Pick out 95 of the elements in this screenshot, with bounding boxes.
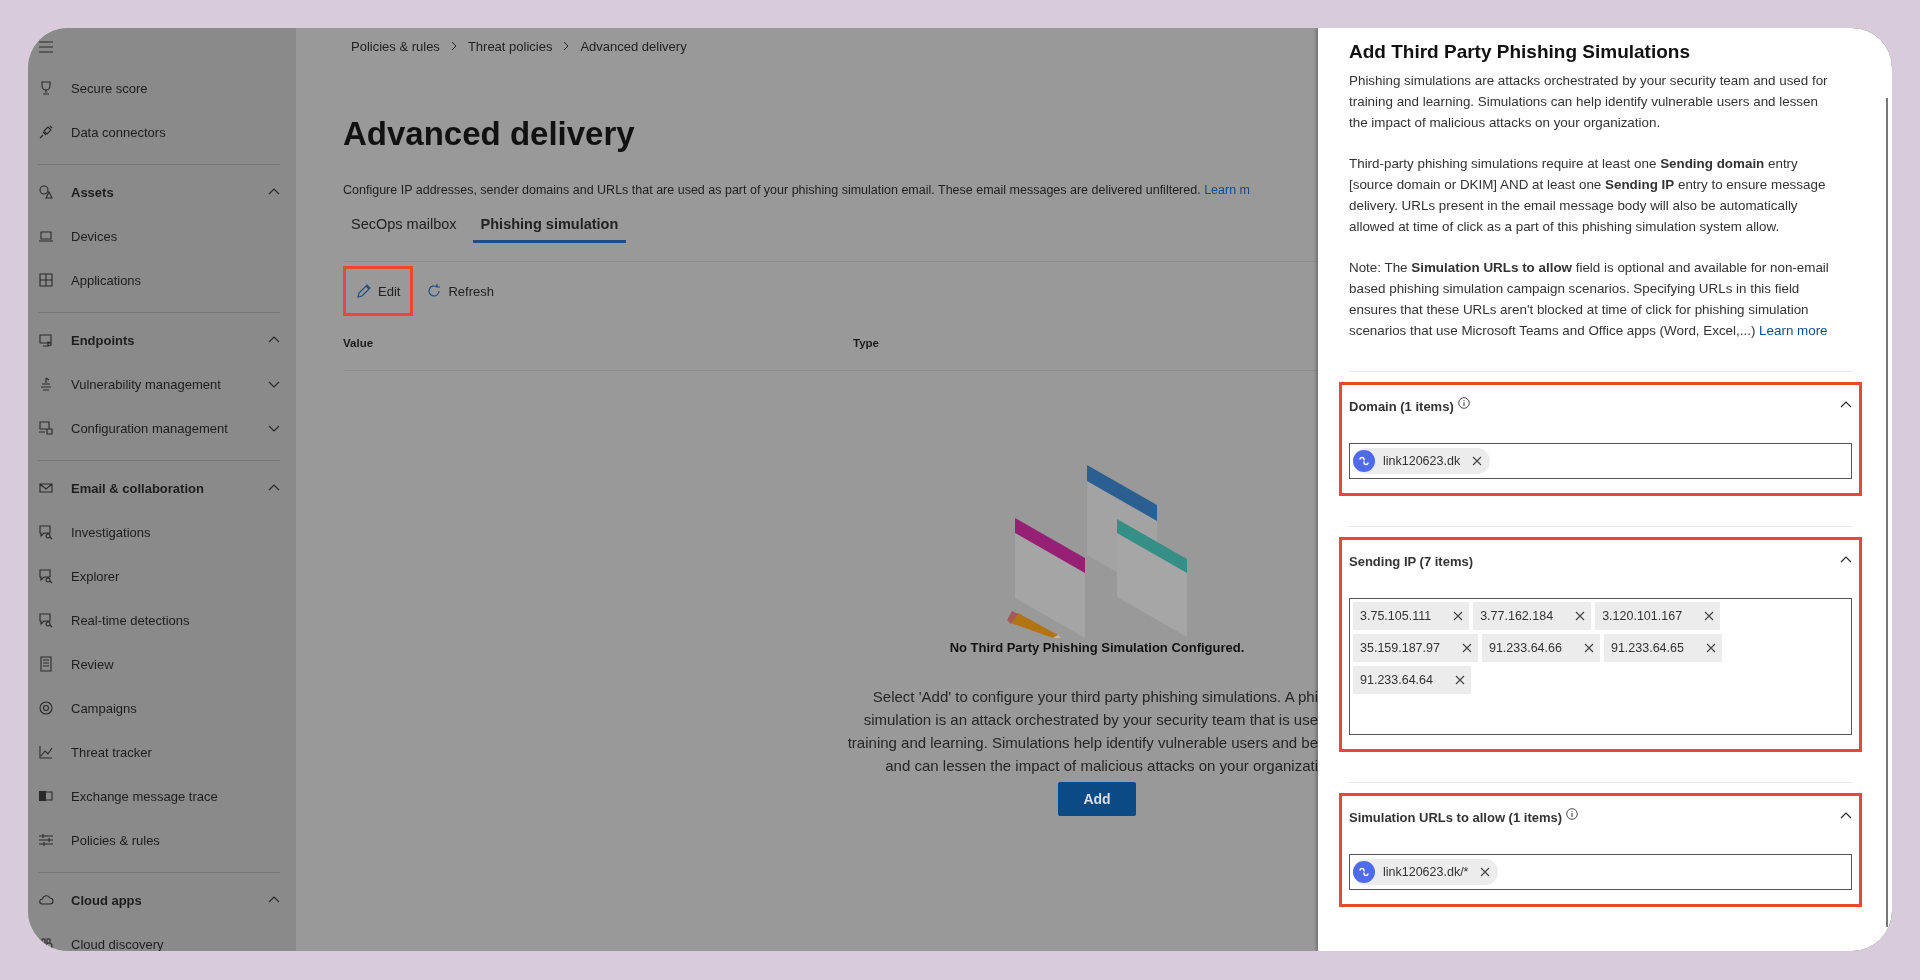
nav-item[interactable]: Investigations [28, 510, 296, 554]
refresh-icon [426, 283, 443, 299]
panel-paragraph: Phishing simulations are attacks orchestrated by your security team and used for training and learning. Simulations can help identify vulnerable users and lessen the impact of malicious attacks on your organization. [1349, 72, 1829, 132]
nav-item[interactable]: Configuration management [28, 406, 296, 450]
chip-text: 3.77.162.184 [1480, 609, 1554, 623]
panel-paragraph: Note: The Simulation URLs to allow field is optional and available for non-email based phishing simulation campaign scenarios. Specifying URLs in this field ensures that these URLs aren't blocked at time of click for phishing simulation scenarios that use Microsoft Teams and Office apps (Word, Excel,...) Learn more [1349, 259, 1830, 340]
panel-paragraph: Third-party phishing simulations require at least one Sending domain entry [source domain or DKIM] AND at least one Sending IP entry to ensure message delivery. URLs present in the email message body will also be automatically allowed at time of click as a part of this phishing simulation system allow. [1349, 155, 1827, 236]
nav-item[interactable]: Campaigns [28, 686, 296, 730]
close-icon [1583, 643, 1594, 653]
close-icon [1472, 456, 1483, 466]
remove-button[interactable] [1461, 643, 1472, 653]
chip-text: 91.233.64.64 [1360, 673, 1433, 687]
sliders-icon [38, 832, 54, 848]
monitor-icon [38, 332, 54, 348]
grid-icon [38, 272, 54, 288]
magnifier-icon [38, 568, 54, 584]
chip-text: 35.159.187.97 [1360, 641, 1440, 655]
page-description: Configure IP addresses, sender domains and URLs that are used as part of your phishing simulation email. These email messages are delivered unfiltered. Learn m [343, 182, 1250, 199]
column-header[interactable]: Value [343, 337, 374, 349]
nav-group-header[interactable]: Assets [28, 170, 296, 214]
remove-button[interactable] [1455, 675, 1465, 685]
cloud-icon [38, 892, 54, 908]
column-header[interactable]: Type [853, 337, 879, 349]
close-icon [1453, 611, 1464, 621]
section-label: Simulation URLs to allow (1 items) [1349, 810, 1563, 825]
magnifier-icon [38, 524, 54, 540]
learn-more-link[interactable]: Learn m [1204, 183, 1250, 197]
chip-text: 3.120.101.167 [1602, 609, 1683, 623]
remove-button[interactable] [1472, 456, 1483, 466]
remove-button[interactable] [1575, 611, 1586, 621]
chip-text: 91.233.64.65 [1610, 641, 1684, 655]
toolbar-button[interactable]: Refresh [413, 266, 507, 316]
chip-input-field[interactable]: link120623.dk [1349, 443, 1852, 479]
breadcrumb-link[interactable]: Threat policies [467, 38, 553, 54]
shapes-icon [38, 184, 54, 200]
learn-more-link[interactable]: Learn more [1759, 323, 1828, 338]
target-icon [38, 700, 54, 716]
mail-icon [38, 480, 54, 496]
tab[interactable]: Phishing simulation [472, 206, 627, 243]
nav-group-header[interactable]: Email & collaboration [28, 466, 296, 510]
panel-title: Add Third Party Phishing Simulations [1349, 40, 1691, 64]
chevron-right-icon [562, 41, 571, 51]
trophy-icon [38, 80, 54, 96]
nav-item[interactable]: Applications [28, 258, 296, 302]
remove-button[interactable] [1704, 611, 1715, 621]
devices-icon [38, 420, 54, 436]
chart-icon [38, 744, 54, 760]
tab[interactable]: SecOps mailbox [343, 206, 465, 243]
nav-item[interactable]: Data connectors [28, 110, 296, 154]
remove-button[interactable] [1583, 643, 1594, 653]
magnifier-icon [38, 612, 54, 628]
nav-item[interactable]: Threat tracker [28, 730, 296, 774]
chevron-right-icon [449, 41, 458, 51]
nav-item[interactable]: Vulnerability management [28, 362, 296, 406]
chip-input-field[interactable]: link120623.dk/* [1349, 854, 1852, 890]
section-label: Domain (1 items) [1349, 399, 1454, 414]
remove-button[interactable] [1705, 643, 1716, 653]
nav-item[interactable]: Cloud discovery [28, 922, 296, 951]
nav-item[interactable]: Real-time detections [28, 598, 296, 642]
close-icon [1575, 611, 1586, 621]
close-icon [1480, 867, 1491, 877]
close-icon [1704, 611, 1715, 621]
add-button[interactable]: Add [1058, 782, 1136, 816]
breadcrumb-link[interactable]: Advanced delivery [580, 38, 687, 54]
close-icon [1461, 643, 1472, 653]
chip-text: 91.233.64.66 [1488, 641, 1562, 655]
chip-text: link120623.dk [1383, 454, 1461, 468]
toolbar-button[interactable]: Edit [343, 266, 414, 316]
page-title: Advanced delivery [343, 114, 635, 154]
remove-button[interactable] [1453, 611, 1464, 621]
nav-item[interactable]: Devices [28, 214, 296, 258]
chip-text: 3.75.105.111 [1360, 609, 1432, 623]
remove-button[interactable] [1480, 867, 1491, 877]
nav-group-header[interactable]: Endpoints [28, 318, 296, 362]
nav-item[interactable]: Policies & rules [28, 818, 296, 862]
empty-state-text: Select 'Add' to configure your third party phishing simulations. A phi simulation is an attack orchestrated by your security team that is use training and learning. Simulations help identify vulnerable users and be and can lessen the impact of malicious attacks on your organizati [847, 687, 1318, 776]
section-label: Sending IP (7 items) [1349, 554, 1473, 569]
close-icon [1705, 643, 1716, 653]
nav-item[interactable]: Exchange message trace [28, 774, 296, 818]
document-icon [38, 656, 54, 672]
nav-group-header[interactable]: Cloud apps [28, 878, 296, 922]
breadcrumb-link[interactable]: Policies & rules [351, 38, 440, 54]
pencil-icon [356, 283, 372, 299]
nav-item[interactable]: Review [28, 642, 296, 686]
chip-text: link120623.dk/* [1383, 865, 1469, 879]
nav-item[interactable]: Secure score [28, 66, 296, 110]
empty-state-heading: No Third Party Phishing Simulation Configured. [949, 640, 1245, 655]
scrollbar[interactable] [1886, 98, 1888, 927]
square-icon [38, 788, 54, 804]
laptop-icon [38, 228, 54, 244]
chip-input-field[interactable]: 3.75.105.111 3.77.162.184 3.120.101.167 35.159.187.97 91.233.64.66 91.233.64.65 91.233.64.64 [1349, 598, 1852, 735]
close-icon [1455, 675, 1465, 685]
nav-item[interactable]: Explorer [28, 554, 296, 598]
menu-icon [38, 41, 54, 53]
plug-icon [38, 124, 54, 140]
